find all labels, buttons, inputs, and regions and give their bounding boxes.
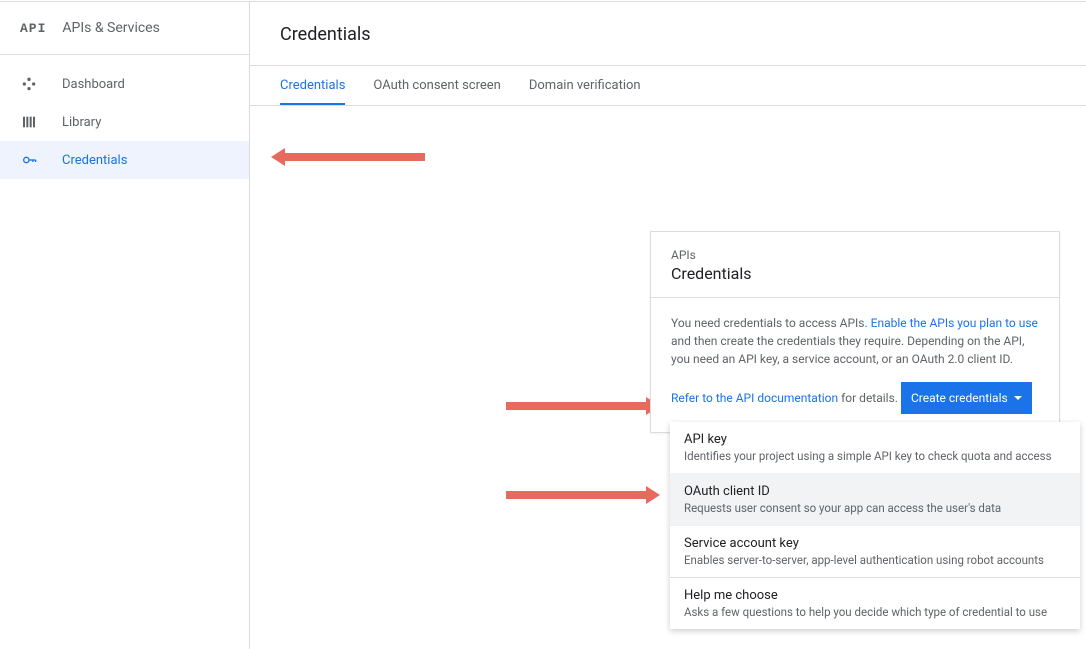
dropdown-item-desc: Requests user consent so your app can ac… (684, 501, 1066, 515)
tabs: Credentials OAuth consent screen Domain … (250, 66, 1086, 106)
dropdown-item-desc: Enables server-to-server, app-level auth… (684, 553, 1066, 567)
dropdown-item-title: Service account key (684, 536, 1066, 551)
annotation-arrow-2 (506, 402, 646, 410)
enable-apis-link[interactable]: Enable the APIs you plan to use (871, 316, 1038, 330)
caret-down-icon (1014, 396, 1022, 400)
card-body: You need credentials to access APIs. Ena… (651, 298, 1059, 432)
dropdown-item-api-key[interactable]: API key Identifies your project using a … (670, 422, 1080, 473)
nav-label: Credentials (62, 153, 127, 168)
dropdown-item-service-account-key[interactable]: Service account key Enables server-to-se… (670, 525, 1080, 577)
page-title: Credentials (280, 24, 1056, 45)
sidebar: API APIs & Services Dashboard Library (0, 2, 250, 649)
card-text-prefix: You need credentials to access APIs. (671, 316, 871, 330)
annotation-arrow-3 (506, 491, 646, 499)
dropdown-item-desc: Asks a few questions to help you decide … (684, 605, 1066, 619)
sidebar-nav: Dashboard Library Credentials (0, 55, 249, 189)
api-logo: API (20, 21, 46, 36)
dropdown-item-title: OAuth client ID (684, 484, 1066, 499)
api-docs-link[interactable]: Refer to the API documentation (671, 391, 838, 405)
annotation-arrow-1 (285, 153, 425, 161)
page-header: Credentials (250, 2, 1086, 66)
card-kicker: APIs (671, 248, 1039, 262)
sidebar-item-library[interactable]: Library (0, 103, 249, 141)
tab-credentials[interactable]: Credentials (280, 66, 345, 105)
create-credentials-dropdown: API key Identifies your project using a … (670, 422, 1080, 629)
library-icon (20, 113, 38, 131)
dropdown-item-title: Help me choose (684, 588, 1066, 603)
main: Credentials Credentials OAuth consent sc… (250, 2, 1086, 649)
card-title: Credentials (671, 264, 1039, 283)
content-area: APIs Credentials You need credentials to… (250, 106, 1086, 649)
create-credentials-button[interactable]: Create credentials (901, 382, 1032, 414)
tab-oauth-consent[interactable]: OAuth consent screen (373, 66, 500, 105)
sidebar-item-credentials[interactable]: Credentials (0, 141, 249, 179)
sidebar-item-dashboard[interactable]: Dashboard (0, 65, 249, 103)
tab-domain-verification[interactable]: Domain verification (529, 66, 641, 105)
dashboard-icon (20, 75, 38, 93)
dropdown-item-title: API key (684, 432, 1066, 447)
nav-label: Dashboard (62, 77, 125, 92)
dropdown-item-desc: Identifies your project using a simple A… (684, 449, 1066, 463)
sidebar-header: API APIs & Services (0, 2, 249, 55)
create-credentials-label: Create credentials (911, 389, 1008, 407)
credentials-card: APIs Credentials You need credentials to… (650, 231, 1060, 433)
dropdown-item-oauth-client-id[interactable]: OAuth client ID Requests user consent so… (670, 473, 1080, 525)
dropdown-item-help-me-choose[interactable]: Help me choose Asks a few questions to h… (670, 577, 1080, 629)
card-text-suffix: for details. (838, 391, 898, 405)
key-icon (20, 151, 38, 169)
sidebar-title: APIs & Services (62, 20, 159, 36)
nav-label: Library (62, 115, 101, 130)
card-header: APIs Credentials (651, 232, 1059, 298)
card-text-middle: and then create the credentials they req… (671, 334, 1024, 366)
